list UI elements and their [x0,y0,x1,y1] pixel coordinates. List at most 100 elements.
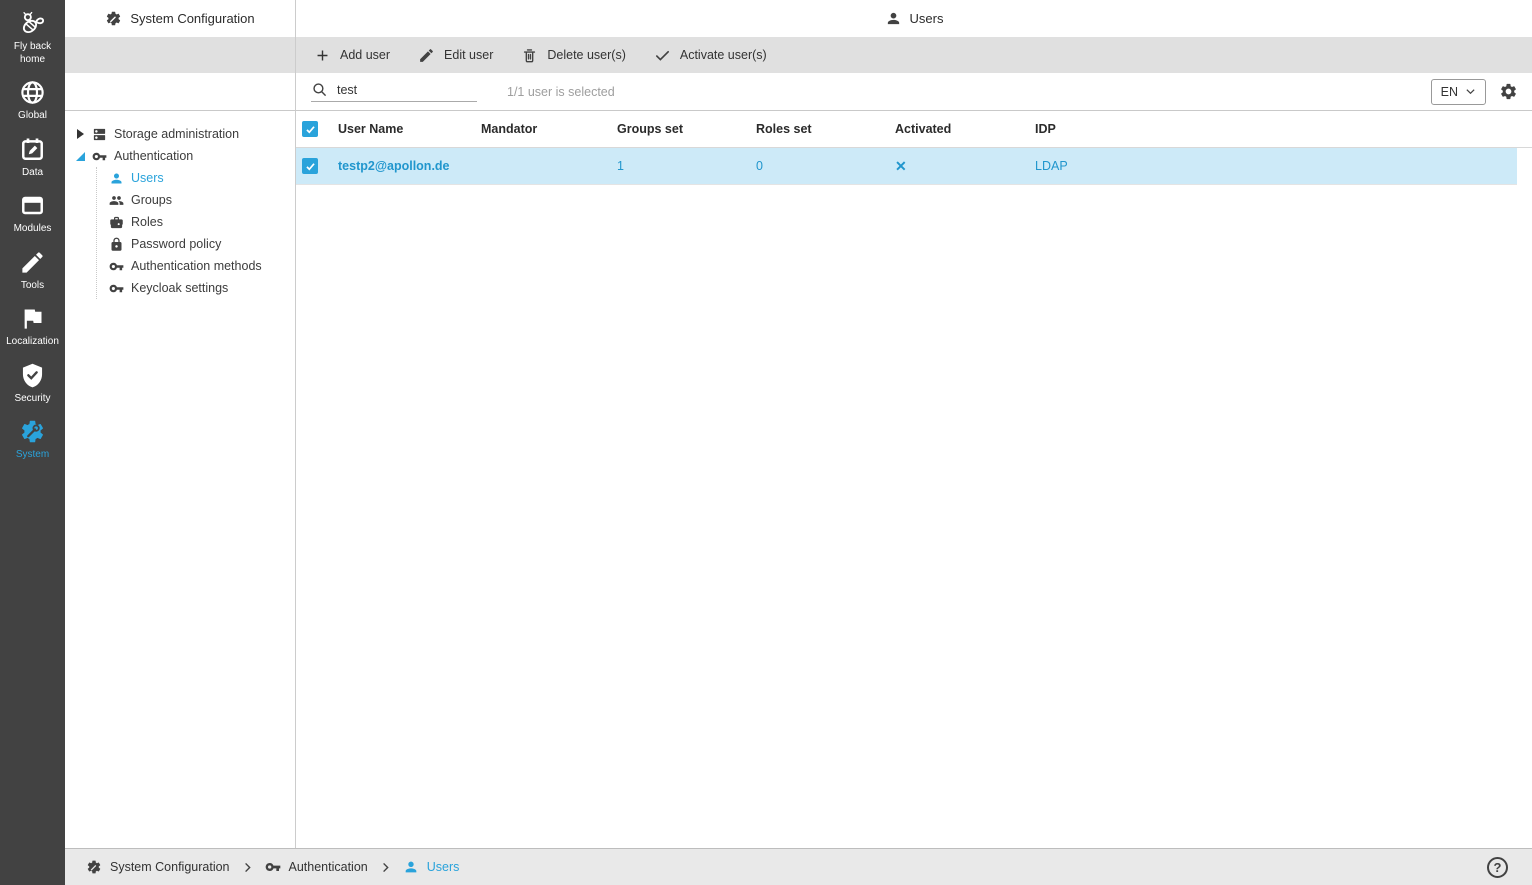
rail-item-label: Tools [20,279,45,291]
tree-children-authentication: Users Groups Roles Password policy Authe… [96,167,295,299]
language-value: EN [1440,84,1458,99]
rail-item-security[interactable]: Security [2,362,64,406]
add-user-button[interactable]: Add user [300,37,404,73]
row-checkbox[interactable] [302,158,318,174]
column-header-user-name[interactable]: User Name [338,122,481,136]
rail-item-localization[interactable]: Localization [2,305,64,349]
tree-item-label: Password policy [131,237,222,251]
group-icon [109,195,124,205]
pencil-icon [19,249,46,276]
delete-users-button[interactable]: Delete user(s) [507,37,640,73]
select-all-checkbox[interactable] [302,121,318,137]
pencil-icon [420,48,433,62]
column-header-activated[interactable]: Activated [895,122,1035,136]
shield-check-icon [19,362,46,389]
search-box[interactable] [311,81,477,102]
breadcrumb-users[interactable]: Users [403,859,460,875]
breadcrumb-authentication[interactable]: Authentication [265,859,368,875]
activate-users-button[interactable]: Activate user(s) [640,37,781,73]
toolbar: Add user Edit user Delete user(s) Activa… [296,37,1532,73]
rail-item-global[interactable]: Global [2,79,64,123]
navigation-tree: Storage administration Authentication Us… [65,111,296,848]
search-right-controls: EN [1430,78,1518,105]
tree-item-roles[interactable]: Roles [109,211,295,233]
tree-expander-expanded[interactable] [75,151,85,161]
key-icon [92,152,107,160]
tree-item-label: Storage administration [114,127,240,141]
gear-wrench-icon [87,860,101,874]
key-icon [109,262,124,270]
tree-item-label: Keycloak settings [131,281,229,295]
breadcrumb-label: Authentication [288,860,368,874]
rail-item-label: Fly back home [13,41,52,65]
tree-item-users[interactable]: Users [109,167,295,189]
rail-item-label: System [15,449,50,460]
button-label: Add user [340,48,391,62]
search-input[interactable] [337,82,467,97]
rail-item-label: Localization [6,336,59,347]
question-mark-icon: ? [1493,859,1502,875]
calendar-edit-icon [19,136,46,163]
panel-header: System Configuration [65,0,296,37]
page-title: Users [909,11,944,26]
table-row[interactable]: testp2@apollon.de 1 0 ✕ LDAP [296,148,1517,185]
rail-item-label: Modules [13,223,52,234]
globe-icon [19,79,46,106]
tree-item-label: Groups [131,193,172,207]
help-button[interactable]: ? [1487,856,1508,878]
rail-item-label: Global [18,110,47,121]
breadcrumb: System Configuration Authentication User… [86,859,459,875]
tree-item-password-policy[interactable]: Password policy [109,233,295,255]
modules-box-icon [19,192,46,219]
storage-icon [93,128,106,140]
breadcrumb-system-configuration[interactable]: System Configuration [86,859,230,875]
check-icon [305,125,315,134]
rail-item-modules[interactable]: Modules [2,192,64,236]
chevron-down-icon [1466,89,1475,95]
edit-user-button[interactable]: Edit user [404,37,507,73]
check-icon [305,162,315,171]
users-table: User Name Mandator Groups set Roles set … [296,111,1532,848]
person-icon [887,12,899,25]
column-header-mandator[interactable]: Mandator [481,122,617,136]
search-icon [313,83,327,97]
tree-item-groups[interactable]: Groups [109,189,295,211]
rail-item-label: Security [14,392,51,404]
tree-item-label: Users [131,171,164,185]
toolbar-spacer [65,37,296,73]
bee-icon [19,10,46,37]
tree-item-authentication[interactable]: Authentication [75,145,295,167]
search-spacer [65,73,296,111]
table-settings-button[interactable] [1499,82,1518,101]
table-header-row: User Name Mandator Groups set Roles set … [296,111,1532,148]
status-bar: System Configuration Authentication User… [65,848,1532,885]
breadcrumb-label: System Configuration [110,860,230,874]
column-header-groups-set[interactable]: Groups set [617,122,756,136]
app-root: Fly back home Global Data Modules Tools … [0,0,1532,885]
key-icon [265,863,280,871]
flag-icon [19,305,46,332]
app-rail: Fly back home Global Data Modules Tools … [0,0,65,885]
column-header-idp[interactable]: IDP [1035,122,1532,136]
rail-item-tools[interactable]: Tools [2,249,64,293]
rail-item-system[interactable]: System [2,418,64,462]
column-header-roles-set[interactable]: Roles set [756,122,895,136]
breadcrumb-label: Users [426,860,460,874]
content-area: System Configuration Users Add user Edit… [65,0,1532,885]
tree-expander-collapsed[interactable] [75,129,85,139]
gear-wrench-icon [107,11,121,26]
gear-wrench-icon [19,418,46,445]
tree-item-storage-administration[interactable]: Storage administration [75,123,295,145]
rail-item-data[interactable]: Data [2,136,64,180]
rail-item-fly-back-home[interactable]: Fly back home [2,10,64,66]
gear-icon [1501,83,1516,100]
tree-item-authentication-methods[interactable]: Authentication methods [109,255,295,277]
person-icon [111,173,122,183]
tree-item-keycloak-settings[interactable]: Keycloak settings [109,277,295,299]
language-dropdown[interactable]: EN [1430,78,1486,105]
deactivated-x-icon: ✕ [895,157,907,174]
lock-icon [111,237,122,251]
button-label: Activate user(s) [679,48,767,62]
tree-item-label: Authentication methods [131,259,262,273]
cell-roles-set: 0 [756,159,763,173]
